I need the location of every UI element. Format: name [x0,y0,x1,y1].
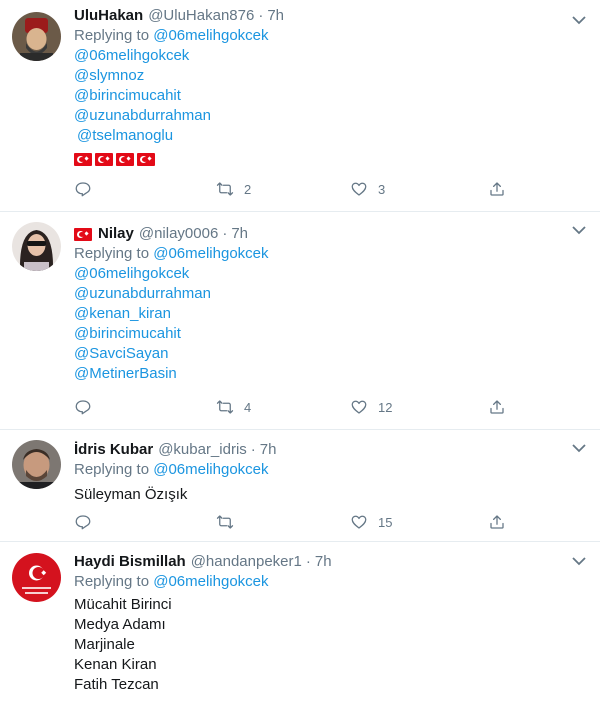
mention-link[interactable]: @tselmanoglu [74,126,570,146]
separator-dot: · [250,441,256,458]
heart-icon [351,515,367,529]
tweet-text: Süleyman Özışık [74,486,188,503]
turkey-flag-icon [74,227,92,241]
like-button[interactable]: 15 [350,513,392,531]
chevron-down-icon[interactable] [572,553,586,566]
tweet-uluhakan[interactable]: UluHakan @UluHakan876 · 7h Replying to @… [0,0,600,212]
tweet-actions: 2 3 [74,180,514,202]
mention-link[interactable]: @MetinerBasin [74,364,570,384]
tweet-text-line: Kenan Kiran [74,656,157,673]
turkey-flag-icon [95,152,113,166]
share-button[interactable] [488,180,506,198]
username[interactable]: @UluHakan876 [148,6,254,26]
separator-dot: · [222,225,228,242]
turkey-flag-icon [137,152,155,166]
display-name[interactable]: Haydi Bismillah [74,552,186,572]
reply-button[interactable] [74,513,102,531]
retweet-count: 4 [244,399,252,415]
avatar[interactable] [12,12,61,61]
username[interactable]: @kubar_idris [158,440,247,460]
mention-link[interactable]: @SavciSayan [74,344,570,364]
tweet-text-line: Medya Adamı [74,616,166,633]
heart-icon [351,182,367,196]
replying-to-line: Replying to @06melihgokcek [74,460,570,480]
replying-to-label: Replying to [74,573,154,590]
mention-link[interactable]: @uzunabdurrahman [74,284,570,304]
replying-to-mention[interactable]: @06melihgokcek [153,27,268,44]
timestamp[interactable]: 7h [231,224,248,244]
tweet-nilay[interactable]: Nilay @nilay0006 · 7h Replying to @06mel… [0,212,600,430]
mention-link[interactable]: @uzunabdurrahman [74,106,570,126]
mention-link[interactable]: @birincimucahit [74,86,570,106]
retweet-icon [216,182,234,196]
flag-emoji-row [74,146,570,169]
username[interactable]: @nilay0006 [139,224,218,244]
retweet-icon [216,515,234,529]
like-button[interactable]: 12 [350,398,392,416]
timestamp[interactable]: 7h [260,440,277,460]
tweet-text-line: Mücahit Birinci [74,596,172,613]
timestamp[interactable]: 7h [267,6,284,26]
chevron-down-icon[interactable] [572,440,586,453]
mention-link[interactable]: @06melihgokcek [74,46,570,66]
reply-button[interactable] [74,398,102,416]
separator-dot: · [258,7,264,24]
replying-to-label: Replying to [74,461,154,478]
avatar[interactable] [12,222,61,271]
replying-to-mention[interactable]: @06melihgokcek [153,573,268,590]
share-button[interactable] [488,513,506,531]
replying-to-line: Replying to @06melihgokcek [74,26,570,46]
share-icon [490,515,504,529]
replying-to-label: Replying to [74,245,154,262]
retweet-button[interactable]: 4 [216,398,251,416]
tweet-idris-kubar[interactable]: İdris Kubar @kubar_idris · 7h Replying t… [0,430,600,542]
reply-icon [75,182,91,197]
tweet-header: İdris Kubar @kubar_idris · 7h [74,440,570,460]
tweet-text-line: Marjinale [74,636,135,653]
avatar[interactable] [12,553,61,602]
chevron-down-icon[interactable] [572,222,586,235]
retweet-button[interactable]: 2 [216,180,251,198]
chevron-down-icon[interactable] [572,12,586,25]
tweet-header: Haydi Bismillah @handanpeker1 · 7h [74,552,570,572]
mention-link[interactable]: @06melihgokcek [74,264,570,284]
mention-link[interactable]: @slymnoz [74,66,570,86]
reply-icon [75,400,91,415]
turkey-flag-icon [116,152,134,166]
reply-icon [75,515,91,530]
replying-to-label: Replying to [74,27,154,44]
share-icon [490,400,504,414]
display-name[interactable]: Nilay [98,224,134,244]
reply-button[interactable] [74,180,102,198]
tweet-actions: 15 [74,513,514,535]
mention-link[interactable]: @kenan_kiran [74,304,570,324]
like-count: 3 [378,181,386,197]
mention-link[interactable]: @birincimucahit [74,324,570,344]
retweet-icon [216,400,234,414]
share-icon [490,182,504,196]
replying-to-line: Replying to @06melihgokcek [74,244,570,264]
share-button[interactable] [488,398,506,416]
tweet-actions: 4 12 [74,398,514,420]
like-count: 15 [378,514,393,530]
like-count: 12 [378,399,393,415]
replying-to-mention[interactable]: @06melihgokcek [153,461,268,478]
heart-icon [351,400,367,414]
replying-to-mention[interactable]: @06melihgokcek [153,245,268,262]
tweet-header: UluHakan @UluHakan876 · 7h [74,6,570,26]
timestamp[interactable]: 7h [315,552,332,572]
turkey-flag-icon [74,152,92,166]
replying-to-line: Replying to @06melihgokcek [74,572,570,592]
like-button[interactable]: 3 [350,180,385,198]
display-name[interactable]: İdris Kubar [74,440,153,460]
retweet-count: 2 [244,181,252,197]
separator-dot: · [305,553,311,570]
tweet-haydi-bismillah[interactable]: Haydi Bismillah @handanpeker1 · 7h Reply… [0,542,600,715]
username[interactable]: @handanpeker1 [191,552,302,572]
display-name[interactable]: UluHakan [74,6,143,26]
avatar[interactable] [12,440,61,489]
tweet-header: Nilay @nilay0006 · 7h [74,224,570,244]
retweet-button[interactable] [216,513,244,531]
tweet-text-line: Fatih Tezcan [74,676,159,693]
